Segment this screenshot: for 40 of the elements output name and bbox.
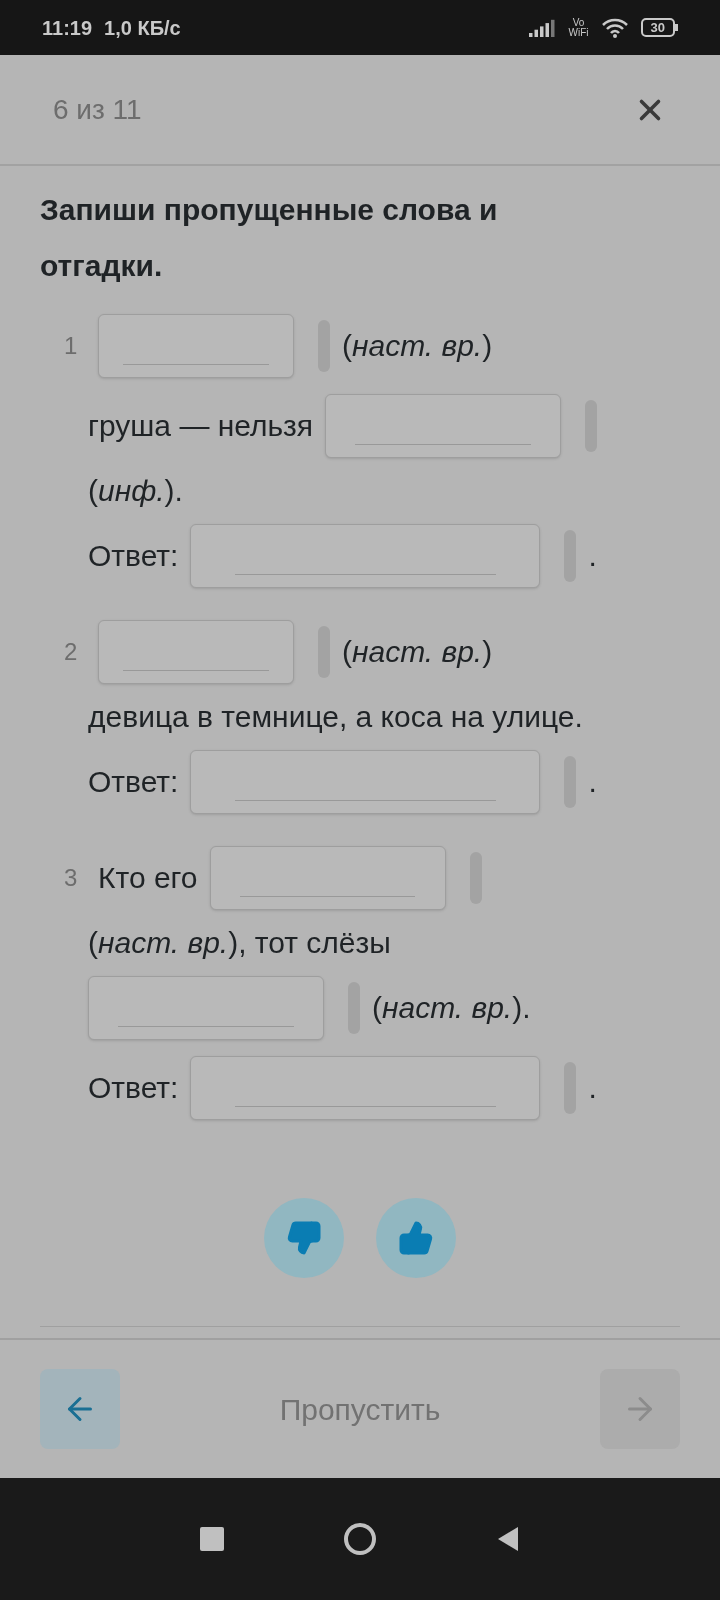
network-speed-text: 1,0 КБ/с <box>104 15 181 41</box>
input-field[interactable] <box>190 524 541 588</box>
input-field[interactable] <box>98 620 294 684</box>
period-text: . <box>588 764 597 800</box>
period-text: . <box>588 538 597 574</box>
battery-icon: 30 <box>640 18 678 37</box>
thumbs-up-icon <box>398 1220 434 1256</box>
period-text: . <box>588 1070 597 1106</box>
item-number: 3 <box>64 863 79 893</box>
input-field[interactable] <box>98 314 294 378</box>
signal-icon <box>528 18 557 37</box>
sentence-text: Кто его <box>98 860 198 896</box>
input-field[interactable] <box>190 1056 541 1120</box>
sentence-text: (инф.). <box>88 473 183 509</box>
input-field[interactable] <box>88 976 324 1040</box>
sentence-text: девица в темнице, а коса на улице. <box>88 699 583 735</box>
answer-label: Ответ: <box>88 1070 179 1106</box>
item-number: 1 <box>64 331 79 361</box>
thumbs-down-icon <box>286 1220 322 1256</box>
task-title: Запиши пропущенные слова и отгадки. <box>40 192 499 284</box>
sentence-text: (наст. вр.), тот слёзы <box>88 925 391 961</box>
clock-text: 11:19 <box>42 15 93 41</box>
back-button[interactable] <box>40 1369 120 1449</box>
skip-button[interactable]: Пропустить <box>279 1386 441 1432</box>
sentence-text: (наст. вр.) <box>342 328 493 364</box>
item-number: 2 <box>64 637 79 667</box>
answer-label: Ответ: <box>88 764 179 800</box>
sentence-text: (наст. вр.). <box>372 990 531 1026</box>
wifi-icon <box>600 16 629 39</box>
input-field[interactable] <box>209 846 446 910</box>
recent-apps-icon[interactable] <box>200 1527 224 1551</box>
input-field[interactable] <box>190 750 541 814</box>
back-icon[interactable] <box>496 1526 520 1552</box>
sentence-text: груша — нельзя <box>88 408 314 444</box>
vo-wifi-label: Vo WiFi <box>568 17 589 38</box>
home-icon[interactable] <box>344 1523 376 1555</box>
progress-counter: 6 из 11 <box>53 92 142 127</box>
sentence-text: (наст. вр.) <box>342 634 493 670</box>
answer-label: Ответ: <box>88 538 179 574</box>
input-field[interactable] <box>325 394 562 458</box>
